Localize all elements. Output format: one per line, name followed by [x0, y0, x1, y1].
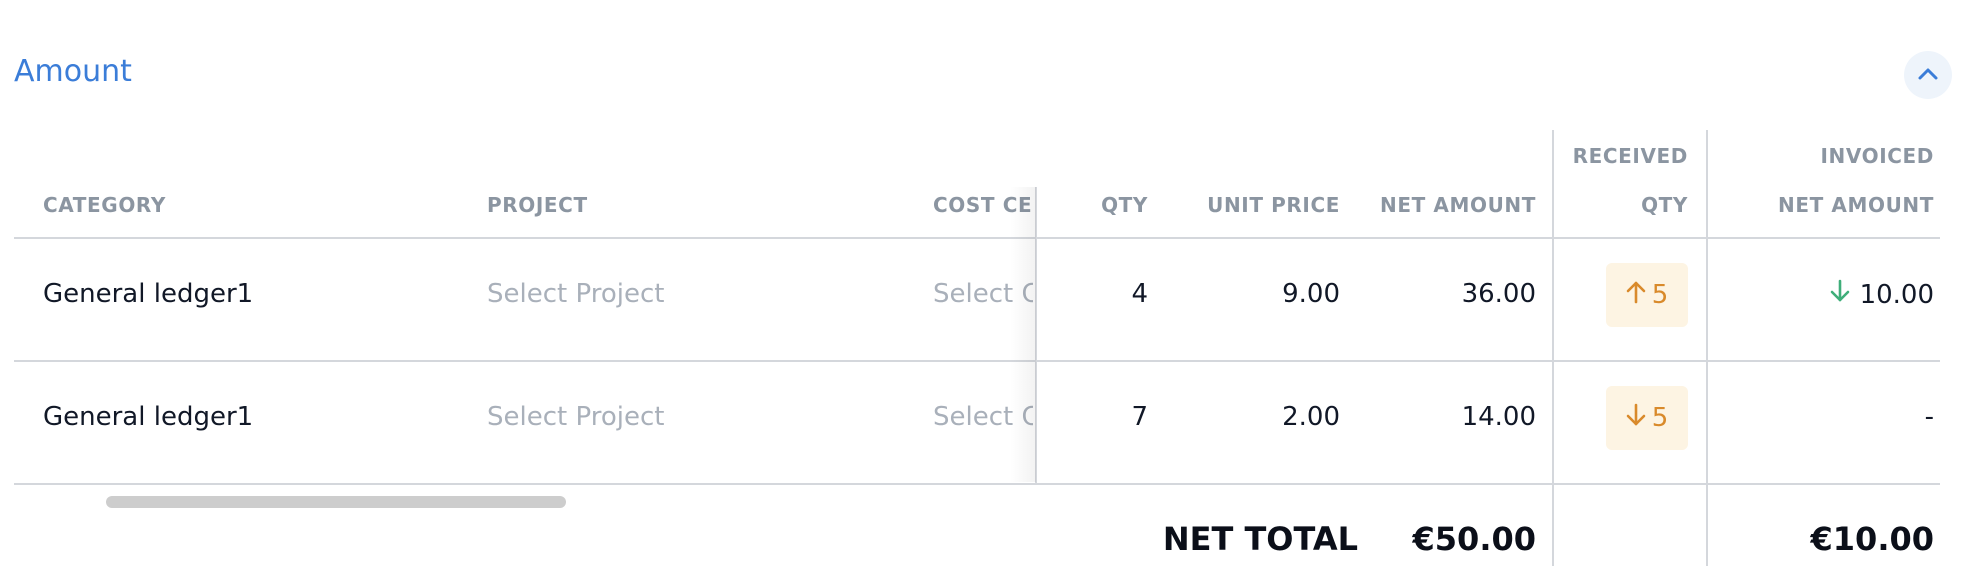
- section-title: Amount: [14, 54, 132, 89]
- invoiced-net-amount-value: 10.00: [1859, 279, 1934, 310]
- net-amount-cell: 36.00: [1461, 279, 1536, 309]
- column-header-invoiced-net-amount: NET AMOUNT: [1777, 193, 1934, 217]
- column-header-unit-price: UNIT PRICE: [1207, 193, 1340, 217]
- column-divider: [1552, 130, 1554, 566]
- chevron-up-icon: [1917, 66, 1939, 85]
- column-header-category: CATEGORY: [43, 193, 166, 217]
- column-header-received-qty: QTY: [1641, 193, 1688, 217]
- column-divider: [1706, 130, 1708, 566]
- invoiced-net-amount-cell: -: [1924, 402, 1934, 432]
- invoiced-total-value: €10.00: [1810, 520, 1934, 558]
- collapse-button[interactable]: [1904, 51, 1952, 99]
- project-select[interactable]: Select Project: [487, 402, 664, 432]
- received-qty-value: 5: [1651, 280, 1669, 310]
- arrow-down-icon: [1626, 403, 1646, 434]
- arrow-down-icon: [1830, 279, 1850, 310]
- received-qty-badge: 5: [1606, 386, 1688, 450]
- received-qty-badge: 5: [1606, 263, 1688, 327]
- horizontal-scrollbar[interactable]: [106, 496, 566, 508]
- net-total-label: NET TOTAL: [1162, 520, 1358, 558]
- column-header-invoiced: INVOICED: [1820, 144, 1934, 168]
- row-divider: [14, 360, 1940, 362]
- column-header-net-amount: NET AMOUNT: [1379, 193, 1536, 217]
- net-amount-cell: 14.00: [1461, 402, 1536, 432]
- column-header-project: PROJECT: [487, 193, 588, 217]
- qty-cell: 7: [1131, 402, 1148, 432]
- column-header-qty: QTY: [1101, 193, 1148, 217]
- arrow-up-icon: [1626, 280, 1646, 311]
- invoiced-net-amount-cell: 10.00: [1810, 279, 1934, 310]
- scroll-shadow: [1010, 187, 1036, 482]
- category-cell: General ledger1: [43, 279, 254, 309]
- row-divider: [14, 483, 1940, 485]
- unit-price-cell: 9.00: [1282, 279, 1340, 309]
- category-cell: General ledger1: [43, 402, 254, 432]
- column-header-received: RECEIVED: [1572, 144, 1688, 168]
- net-total-value: €50.00: [1412, 520, 1536, 558]
- qty-cell: 4: [1131, 279, 1148, 309]
- project-select[interactable]: Select Project: [487, 279, 664, 309]
- unit-price-cell: 2.00: [1282, 402, 1340, 432]
- header-divider: [14, 237, 1940, 239]
- received-qty-value: 5: [1651, 403, 1669, 433]
